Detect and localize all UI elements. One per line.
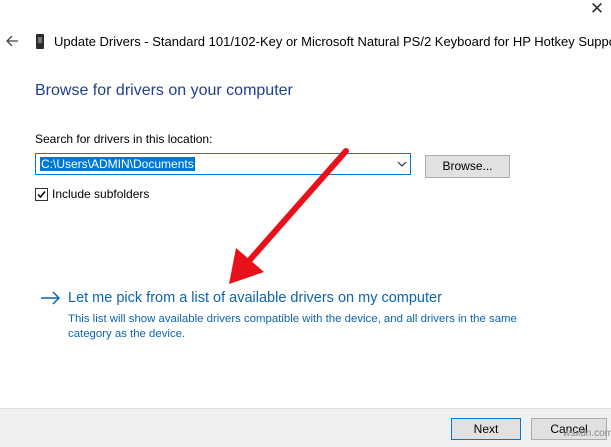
pick-from-list-description: This list will show available drivers co… [68, 313, 517, 340]
pick-from-list-link[interactable]: Let me pick from a list of available dri… [68, 290, 442, 306]
red-annotation-arrow-icon [229, 148, 349, 284]
arrow-right-icon[interactable] [40, 291, 62, 305]
watermark: wsxdn.com [563, 428, 611, 439]
next-button[interactable]: Next [451, 418, 521, 440]
